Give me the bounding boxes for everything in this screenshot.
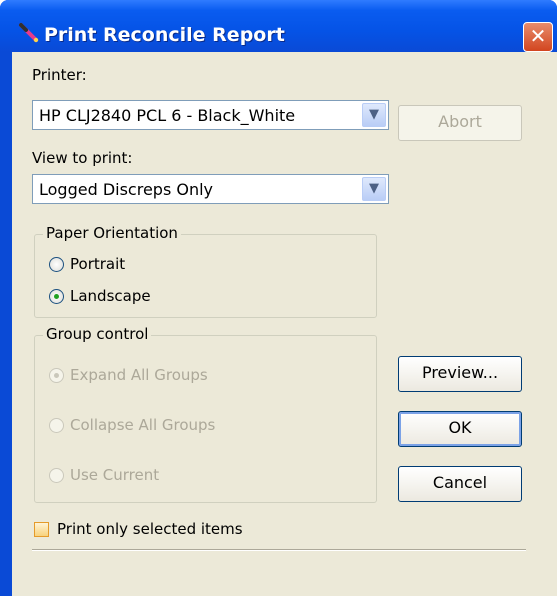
print-selected-checkbox[interactable]: Print only selected items [34,520,243,538]
separator [32,549,526,551]
close-icon: ✕ [529,24,547,48]
printer-label: Printer: [32,66,87,84]
print-selected-label: Print only selected items [57,520,243,538]
portrait-radio[interactable]: Portrait [49,255,125,273]
radio-icon [49,417,64,433]
radio-icon [49,467,64,483]
landscape-radio[interactable]: Landscape [49,287,151,305]
chevron-down-icon[interactable]: ▼ [362,177,386,201]
title-bar[interactable]: Print Reconcile Report ✕ [0,0,557,52]
use-current-radio[interactable]: Use Current [49,466,159,484]
printer-value: HP CLJ2840 PCL 6 - Black_White [39,106,296,125]
pen-icon [19,23,39,43]
group-control-legend: Group control [43,325,152,343]
portrait-label: Portrait [70,255,126,273]
cancel-button[interactable]: Cancel [398,466,522,502]
use-current-label: Use Current [70,466,160,484]
close-button[interactable]: ✕ [523,22,553,52]
radio-icon [49,256,64,272]
view-select[interactable]: Logged Discreps Only ▼ [32,174,389,204]
checkbox-icon [34,521,49,537]
dialog-window: Print Reconcile Report ✕ Printer: HP CLJ… [0,0,557,596]
window-title: Print Reconcile Report [44,24,285,46]
expand-all-groups-radio[interactable]: Expand All Groups [49,366,208,384]
preview-button[interactable]: Preview... [398,356,522,392]
dialog-body: Printer: HP CLJ2840 PCL 6 - Black_White … [12,52,557,596]
radio-selected-icon [49,367,64,383]
radio-selected-icon [49,288,64,304]
view-label: View to print: [32,149,133,167]
ok-button[interactable]: OK [398,411,522,447]
collapse-all-groups-label: Collapse All Groups [70,416,216,434]
expand-all-groups-label: Expand All Groups [70,366,208,384]
landscape-label: Landscape [70,287,151,305]
group-control-group: Group control Expand All Groups Collapse… [34,325,377,503]
printer-select[interactable]: HP CLJ2840 PCL 6 - Black_White ▼ [32,100,389,130]
chevron-down-icon[interactable]: ▼ [362,103,386,127]
collapse-all-groups-radio[interactable]: Collapse All Groups [49,416,215,434]
view-value: Logged Discreps Only [39,180,214,199]
paper-orientation-group: Paper Orientation Portrait Landscape [34,224,377,318]
paper-orientation-legend: Paper Orientation [43,224,181,242]
abort-button[interactable]: Abort [398,105,522,141]
